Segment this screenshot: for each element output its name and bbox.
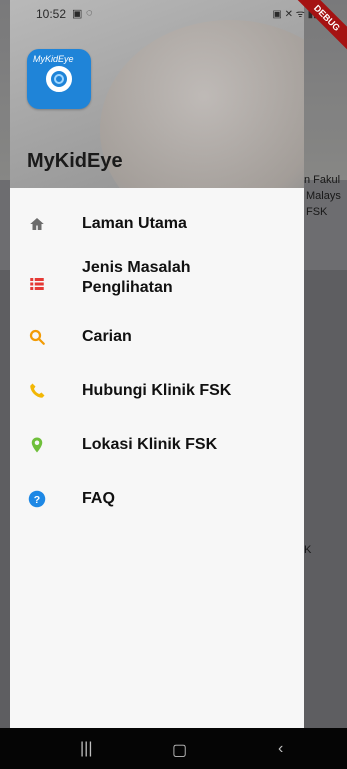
menu-item-label: Hubungi Klinik FSK <box>82 382 232 399</box>
drawer-header: MyKidEye MyKidEye <box>10 0 304 188</box>
menu-item-label: Laman Utama <box>82 215 187 232</box>
whatsapp-icon: ◌ <box>86 7 93 19</box>
menu-item-label: Lokasi Klinik FSK <box>82 436 218 453</box>
menu-item-faq[interactable]: ? FAQ <box>10 478 304 522</box>
svg-text:?: ? <box>34 494 40 506</box>
menu-item-laman-utama[interactable]: Laman Utama <box>10 202 304 246</box>
menu-item-label: Carian <box>82 328 132 345</box>
menu-item-label: Jenis Masalah Penglihatan <box>82 259 191 296</box>
status-time: 10:52 <box>36 7 67 21</box>
pupil-icon <box>54 74 64 84</box>
navigation-drawer: MyKidEye MyKidEye Laman Utama Jenis Masa… <box>10 0 304 728</box>
phone-icon <box>28 382 46 400</box>
recents-button[interactable]: ||| <box>80 740 92 758</box>
header-photo <box>100 20 304 188</box>
menu-item-lokasi-klinik[interactable]: Lokasi Klinik FSK <box>10 424 304 468</box>
back-button[interactable]: ‹ <box>278 740 283 758</box>
logo-text: MyKidEye <box>33 54 74 64</box>
location-icon <box>28 436 46 454</box>
gallery-icon: ▣ <box>72 8 83 20</box>
app-logo: MyKidEye <box>27 49 91 109</box>
system-nav-bar: ||| ▢ ‹ <box>0 728 347 769</box>
menu-item-jenis-masalah[interactable]: Jenis Masalah Penglihatan <box>10 256 304 310</box>
menu-item-label: FAQ <box>82 490 115 507</box>
menu-item-carian[interactable]: Carian <box>10 316 304 360</box>
home-icon <box>28 215 46 233</box>
home-button[interactable]: ▢ <box>172 740 187 760</box>
status-bar: 10:52 ▣ ◌ ▣ ✕ ᯤ ▮▮ 4 <box>0 0 347 28</box>
search-icon <box>28 328 46 346</box>
app-title: MyKidEye <box>27 150 123 172</box>
menu-item-hubungi-klinik[interactable]: Hubungi Klinik FSK <box>10 370 304 414</box>
list-icon <box>28 275 46 293</box>
help-icon: ? <box>28 490 46 508</box>
